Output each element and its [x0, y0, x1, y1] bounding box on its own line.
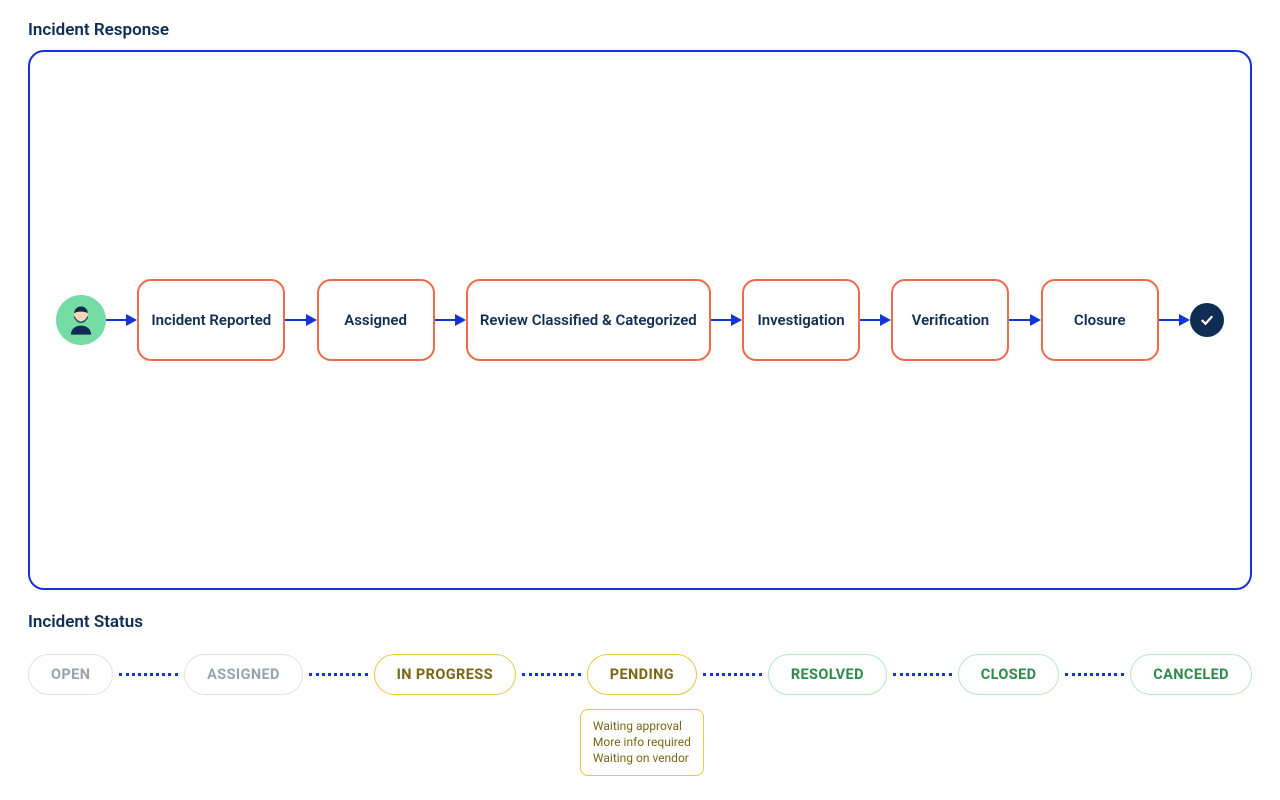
pending-detail-line: Waiting on vendor	[593, 750, 691, 766]
flow-arrow	[711, 310, 742, 330]
status-resolved: RESOLVED	[768, 654, 887, 695]
status-connector	[893, 673, 952, 676]
step-incident-reported: Incident Reported	[137, 279, 285, 361]
status-connector	[309, 673, 368, 676]
status-canceled: CANCELED	[1130, 654, 1252, 695]
step-review-classified-categorized: Review Classified & Categorized	[466, 279, 711, 361]
pending-details-box: Waiting approval More info required Wait…	[580, 709, 704, 776]
flow-end-check-icon	[1190, 303, 1224, 337]
status-connector	[703, 673, 762, 676]
status-connector	[119, 673, 178, 676]
user-avatar-icon	[56, 295, 106, 345]
incident-status-row: OPEN ASSIGNED IN PROGRESS PENDING Waitin…	[28, 642, 1252, 699]
incident-response-container: Incident Reported Assigned Review Classi…	[28, 50, 1252, 590]
step-closure: Closure	[1041, 279, 1159, 361]
step-investigation: Investigation	[742, 279, 860, 361]
status-open: OPEN	[28, 654, 113, 695]
step-assigned: Assigned	[317, 279, 435, 361]
status-in-progress: IN PROGRESS	[374, 654, 516, 695]
status-closed: CLOSED	[958, 654, 1060, 695]
flow-arrow	[435, 310, 466, 330]
status-assigned: ASSIGNED	[184, 654, 303, 695]
incident-response-flow: Incident Reported Assigned Review Classi…	[30, 279, 1250, 361]
flow-arrow	[860, 310, 891, 330]
status-connector	[1065, 673, 1124, 676]
flow-arrow	[1009, 310, 1040, 330]
status-connector	[522, 673, 581, 676]
flow-arrow	[285, 310, 316, 330]
flow-arrow	[106, 310, 137, 330]
pending-detail-line: More info required	[593, 734, 691, 750]
status-pending: PENDING	[587, 654, 697, 695]
flow-arrow	[1159, 310, 1190, 330]
status-section-title: Incident Status	[28, 612, 1252, 632]
pending-detail-line: Waiting approval	[593, 718, 691, 734]
step-verification: Verification	[891, 279, 1009, 361]
response-section-title: Incident Response	[28, 20, 1252, 40]
